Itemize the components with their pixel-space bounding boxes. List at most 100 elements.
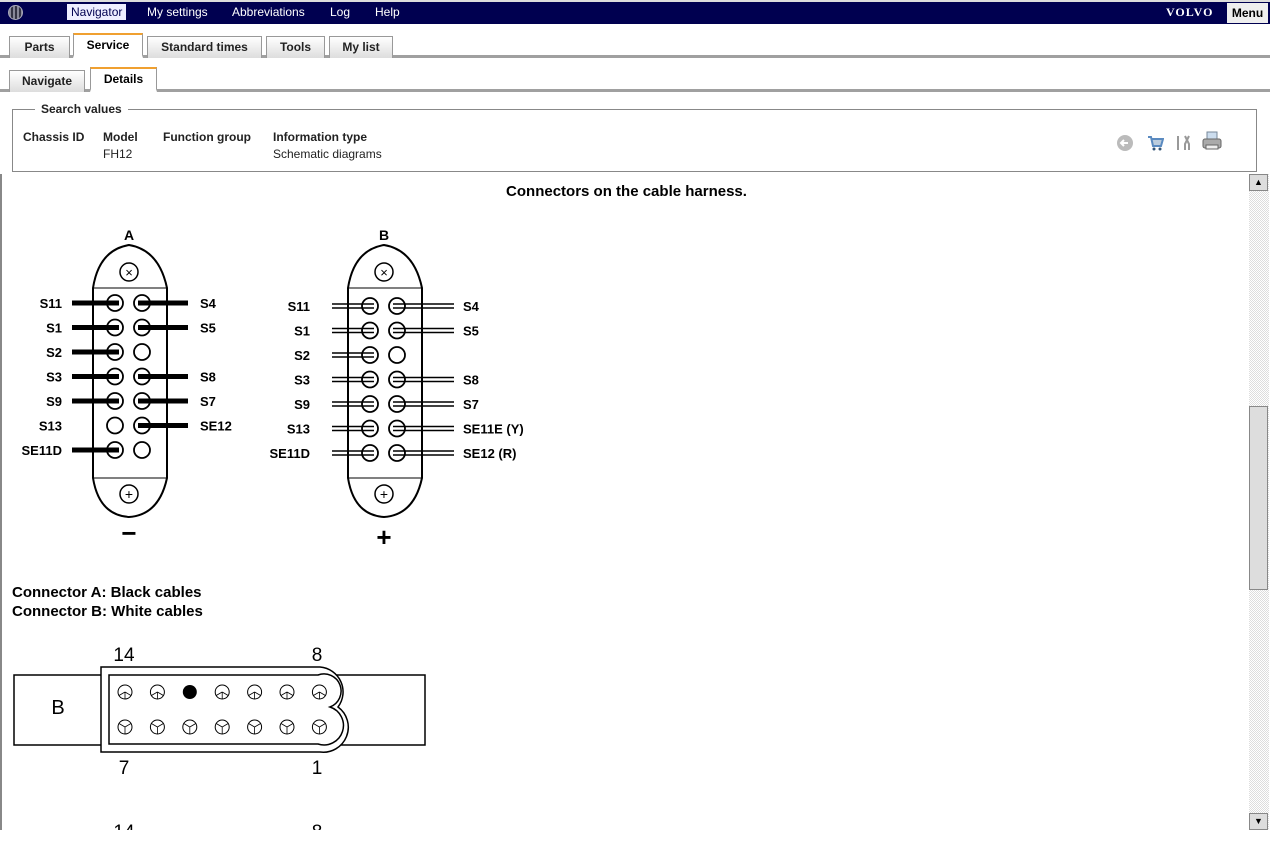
connector-b-pin [388,297,406,315]
connector-a-label-left: S13 [39,419,62,434]
top-menu-bar: Navigator My settings Abbreviations Log … [0,0,1270,24]
connector-b-label-left: S1 [294,324,310,339]
connector-a-label-right: SE12 [200,419,232,434]
tab-standard-times[interactable]: Standard times [147,36,262,58]
pin-number-7: 7 [119,758,130,779]
connector-a-label-left: S3 [46,370,62,385]
connector-b-label-left: SE11D [270,446,310,461]
tab-my-list[interactable]: My list [329,36,393,58]
connector-b-pin [388,370,406,389]
connector-a-label-left: S2 [46,345,62,360]
connector-b-title: B [379,227,389,243]
connector-b-label-right: S7 [463,397,479,412]
connector-a-label-left: S11 [40,296,62,311]
cart-icon[interactable] [1146,134,1164,152]
nav-navigator[interactable]: Navigator [67,4,127,20]
function-group-label: Function group [163,130,251,144]
connector-b-pin [388,419,406,438]
information-type-label: Information type [273,130,368,144]
connector-b-label-left: S11 [288,299,310,314]
pin-number-1: 1 [312,758,323,779]
note-connector-b: Connector B: White cables [12,603,203,620]
menu-button[interactable]: Menu [1227,3,1268,23]
tab-service[interactable]: Service [73,33,143,58]
connector-b-label-left: S13 [287,422,310,437]
pin-layout-diagram: B 14 8 7 1 14 8 [13,645,426,830]
information-type-value: Schematic diagrams [273,147,382,161]
connector-b-label-right: S8 [463,373,479,388]
connector-b-pin [361,370,379,389]
connector-a-screw-top-icon: × [125,265,133,280]
connector-label: B [51,697,64,719]
main-tabs: Parts Service Standard times Tools My li… [0,24,1270,58]
connector-inner [108,673,345,746]
search-values-legend: Search values [35,102,128,116]
note-connector-a: Connector A: Black cables [12,584,202,601]
connector-b-polarity: + [376,522,391,552]
connector-b-label-left: S9 [294,397,310,412]
nav-help[interactable]: Help [371,4,404,20]
tools-icon[interactable] [1174,134,1192,152]
globe-icon [8,5,23,20]
connector-b-screw-top-icon: × [380,265,388,280]
model-label: Model [103,130,138,144]
tab-parts[interactable]: Parts [9,36,70,58]
connector-b-pin [361,321,379,340]
connector-b-pin [388,395,406,413]
nav-abbreviations[interactable]: Abbreviations [228,4,309,20]
connector-b-screw-bottom-icon: + [380,486,388,502]
connector-b-pin [361,444,379,462]
nav-log[interactable]: Log [326,4,354,20]
connector-a-pin [106,416,124,435]
print-icon[interactable] [1201,130,1223,152]
pin-number-14: 14 [113,645,135,666]
connector-a-pin [133,441,151,459]
connector-b-label-right: S4 [463,299,480,314]
document-content: Connectors on the cable harness. A × + − S11… [0,174,1249,830]
back-icon[interactable] [1116,134,1134,152]
connector-b-pin [388,321,406,340]
connector-a-label-right: S8 [200,370,216,385]
volvo-logo: VOLVO [1166,5,1214,19]
connector-a-label-right: S5 [200,321,216,336]
vertical-scrollbar[interactable]: ▲ ▼ [1249,174,1269,830]
connector-a-b-diagram: A × + − S11 S4 S1 S5 S2 S3 S8 S9 S7 S13 SE12 SE11D B × + + S… [22,227,524,552]
connector-b-label-right: SE12 (R) [463,446,516,461]
connector-b-pin [361,419,379,438]
scroll-up-button[interactable]: ▲ [1249,174,1268,191]
tab-tools[interactable]: Tools [266,36,325,58]
connector-a-label-right: S7 [200,394,216,409]
connector-a-housing [92,243,168,519]
connector-b-pin [361,297,379,315]
connector-a-label-right: S4 [200,296,217,311]
connector-a-screw-bottom-icon: + [125,486,133,502]
connector-b-label-left: S3 [294,373,310,388]
tab-details[interactable]: Details [90,67,157,92]
connector-b-pin [361,395,379,413]
connector-b-label-right: S5 [463,324,479,339]
connector-a-pin [133,343,151,361]
pin-number-14-second: 14 [113,822,135,830]
nav-my-settings[interactable]: My settings [143,4,212,20]
connector-b-pin [388,444,406,462]
pin-number-8-second: 8 [312,822,323,830]
connector-a-polarity: − [121,518,136,548]
scroll-down-button[interactable]: ▼ [1249,813,1268,830]
connector-a-label-left: SE11D [22,443,62,458]
model-value: FH12 [103,147,133,161]
connector-a-title: A [124,227,134,243]
connector-b-label-left: S2 [294,348,310,363]
connector-b-pin [361,346,379,364]
connector-b-pin [388,346,406,364]
pin-filled [182,685,197,699]
connector-a-label-left: S1 [46,321,62,336]
connector-b-label-right: SE11E (Y) [463,422,524,437]
document-title: Connectors on the cable harness. [506,183,747,200]
pin-number-8: 8 [312,645,323,666]
connector-a-label-left: S9 [46,394,62,409]
search-values-panel: Search values Chassis ID Model FH12 Func… [12,102,1257,172]
scrollbar-thumb[interactable] [1249,406,1268,590]
chassis-id-label: Chassis ID [23,130,85,144]
tab-navigate[interactable]: Navigate [9,70,85,92]
sub-tabs: Navigate Details [0,58,1270,92]
